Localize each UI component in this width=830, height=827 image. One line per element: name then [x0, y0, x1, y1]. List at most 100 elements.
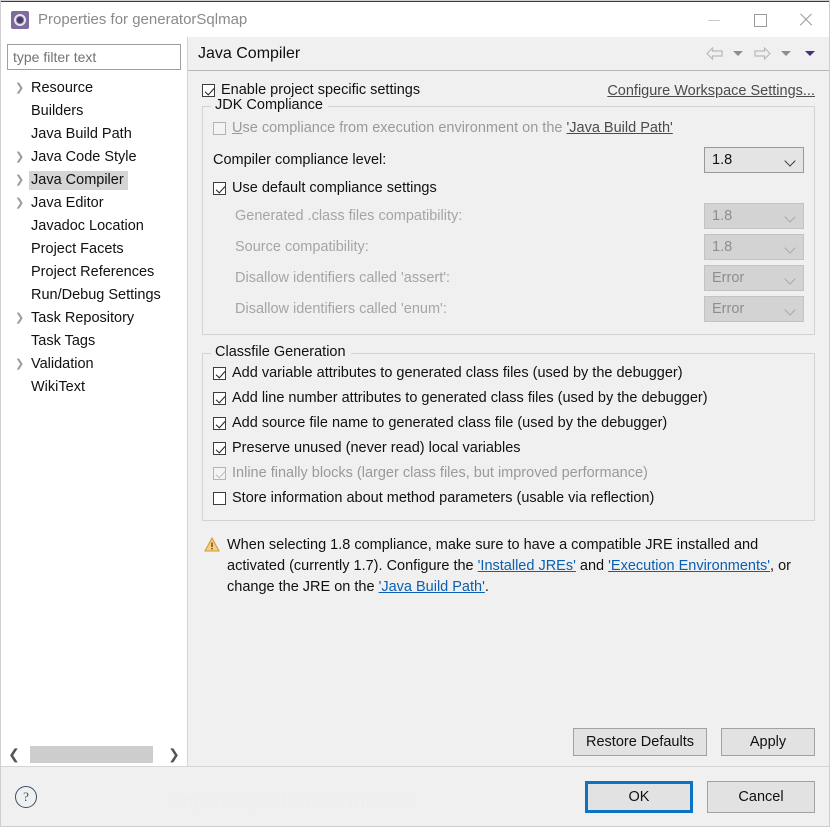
field-label: Compiler compliance level: — [213, 151, 387, 168]
maximize-icon — [753, 13, 767, 27]
page-content: Enable project specific settings Configu… — [188, 71, 829, 728]
view-menu-chevron-down-icon[interactable] — [799, 43, 821, 65]
compliance-level-dropdown[interactable]: 1.8 — [704, 146, 804, 173]
sidebar-item-label: Java Compiler — [29, 171, 128, 190]
checkbox-box[interactable] — [213, 492, 226, 505]
close-button[interactable] — [783, 2, 829, 38]
chevron-down-icon[interactable] — [775, 43, 797, 65]
preserve-unused-locals-checkbox[interactable]: Preserve unused (never read) local varia… — [213, 439, 804, 464]
chevron-right-icon[interactable]: ❯ — [15, 313, 31, 324]
disallow-assert-row: Disallow identifiers called 'assert': Er… — [213, 262, 804, 293]
chevron-down-icon — [786, 306, 794, 314]
sidebar-item-label: WikiText — [31, 379, 85, 395]
sidebar-item-task-tags[interactable]: Task Tags — [1, 330, 187, 353]
minimize-button[interactable] — [691, 2, 737, 38]
ok-button[interactable]: OK — [585, 780, 693, 813]
window-title: Properties for generatorSqlmap — [38, 11, 248, 28]
chevron-down-icon — [786, 213, 794, 221]
chevron-right-icon[interactable]: ❯ — [15, 83, 31, 94]
dropdown-value: Error — [712, 269, 745, 286]
sidebar-item-label: Java Editor — [31, 195, 104, 211]
sidebar-item-wikitext[interactable]: WikiText — [1, 376, 187, 399]
store-method-parameters-checkbox[interactable]: Store information about method parameter… — [213, 489, 804, 514]
arrow-left-icon[interactable] — [703, 43, 725, 65]
field-label: Disallow identifiers called 'assert': — [235, 269, 451, 286]
sidebar-item-label: Builders — [31, 103, 84, 119]
sidebar-item-java-build-path[interactable]: Java Build Path — [1, 123, 187, 146]
checkbox-label: Use default compliance settings — [232, 180, 437, 196]
chevron-down-icon — [786, 157, 794, 165]
chevron-down-icon[interactable] — [727, 43, 749, 65]
chevron-right-icon[interactable]: ❯ — [15, 152, 31, 163]
scrollbar-track[interactable] — [27, 743, 161, 766]
warning-part-2: and — [575, 558, 609, 574]
tree-horizontal-scrollbar[interactable]: ❮ ❯ — [1, 742, 187, 766]
sidebar-item-label: Run/Debug Settings — [31, 287, 161, 303]
java-build-path-link: 'Java Build Path' — [566, 120, 673, 136]
page-action-buttons: Restore Defaults Apply — [188, 728, 829, 766]
question-mark-icon[interactable]: ? — [15, 785, 37, 808]
checkbox-box[interactable] — [213, 417, 226, 430]
add-line-number-attributes-checkbox[interactable]: Add line number attributes to generated … — [213, 389, 804, 414]
gear-icon — [11, 10, 29, 29]
search-input[interactable] — [7, 44, 181, 70]
mnemonic-letter: U — [232, 120, 243, 136]
chevron-right-icon[interactable]: ❯ — [15, 359, 31, 370]
execution-environments-link[interactable]: 'Execution Environments' — [608, 558, 770, 574]
use-default-compliance-settings-checkbox[interactable]: Use default compliance settings — [213, 179, 804, 198]
chevron-left-icon[interactable]: ❮ — [1, 744, 27, 766]
configure-workspace-settings-link[interactable]: Configure Workspace Settings... — [607, 83, 815, 99]
sidebar-item-label: Validation — [31, 356, 94, 372]
restore-defaults-button[interactable]: Restore Defaults — [573, 728, 707, 756]
sidebar-item-label: Project References — [31, 264, 155, 280]
sidebar-item-task-repository[interactable]: ❯ Task Repository — [1, 307, 187, 330]
sidebar-item-label: Task Tags — [31, 333, 96, 349]
sidebar-item-java-compiler[interactable]: ❯ Java Compiler — [1, 169, 187, 192]
add-variable-attributes-checkbox[interactable]: Add variable attributes to generated cla… — [213, 364, 804, 389]
installed-jres-link[interactable]: 'Installed JREs' — [478, 558, 576, 574]
checkbox-box[interactable] — [202, 84, 215, 97]
sidebar-item-validation[interactable]: ❯ Validation — [1, 353, 187, 376]
sidebar-item-builders[interactable]: Builders — [1, 100, 187, 123]
dropdown-value: 1.8 — [712, 238, 733, 255]
minimize-icon — [708, 19, 720, 21]
jdk-compliance-group: JDK Compliance Use compliance from execu… — [202, 97, 815, 335]
dropdown-value: Error — [712, 300, 745, 317]
dropdown-value: 1.8 — [712, 151, 733, 168]
maximize-button[interactable] — [737, 2, 783, 38]
scrollbar-thumb[interactable] — [30, 745, 153, 763]
sidebar-item-resource[interactable]: ❯ Resource — [1, 77, 187, 100]
warning-text: When selecting 1.8 compliance, make sure… — [227, 535, 815, 598]
checkbox-box[interactable] — [213, 367, 226, 380]
sidebar-item-label: Task Repository — [31, 310, 135, 326]
checkbox-box[interactable] — [213, 442, 226, 455]
checkbox-box[interactable] — [213, 182, 226, 195]
sidebar-item-project-references[interactable]: Project References — [1, 261, 187, 284]
sidebar-item-java-editor[interactable]: ❯ Java Editor — [1, 192, 187, 215]
sidebar-item-javadoc-location[interactable]: Javadoc Location — [1, 215, 187, 238]
chevron-right-icon[interactable]: ❯ — [15, 198, 31, 209]
arrow-right-icon[interactable] — [751, 43, 773, 65]
java-build-path-link[interactable]: 'Java Build Path' — [379, 579, 485, 595]
add-source-file-name-checkbox[interactable]: Add source file name to generated class … — [213, 414, 804, 439]
checkbox-box[interactable] — [213, 392, 226, 405]
label-text: se compliance from execution environment… — [242, 120, 567, 136]
sidebar-item-run-debug-settings[interactable]: Run/Debug Settings — [1, 284, 187, 307]
sidebar-item-project-facets[interactable]: Project Facets — [1, 238, 187, 261]
generated-class-compat-row: Generated .class files compatibility: 1.… — [213, 200, 804, 231]
page-header: Java Compiler — [188, 37, 829, 71]
classfile-generation-content: Add variable attributes to generated cla… — [213, 354, 804, 514]
chevron-down-icon — [786, 244, 794, 252]
cancel-button[interactable]: Cancel — [707, 780, 815, 813]
sidebar-item-java-code-style[interactable]: ❯ Java Code Style — [1, 146, 187, 169]
checkbox-box — [213, 122, 226, 135]
sidebar-item-label: Javadoc Location — [31, 218, 144, 234]
apply-button[interactable]: Apply — [721, 728, 815, 756]
window-controls — [691, 2, 829, 38]
generated-class-compat-dropdown: 1.8 — [704, 202, 804, 229]
chevron-right-icon[interactable]: ❯ — [161, 744, 187, 766]
dropdown-value: 1.8 — [712, 207, 733, 224]
footer-buttons: OK Cancel — [585, 780, 815, 813]
field-label: Generated .class files compatibility: — [235, 207, 463, 224]
sidebar-item-label: Project Facets — [31, 241, 124, 257]
